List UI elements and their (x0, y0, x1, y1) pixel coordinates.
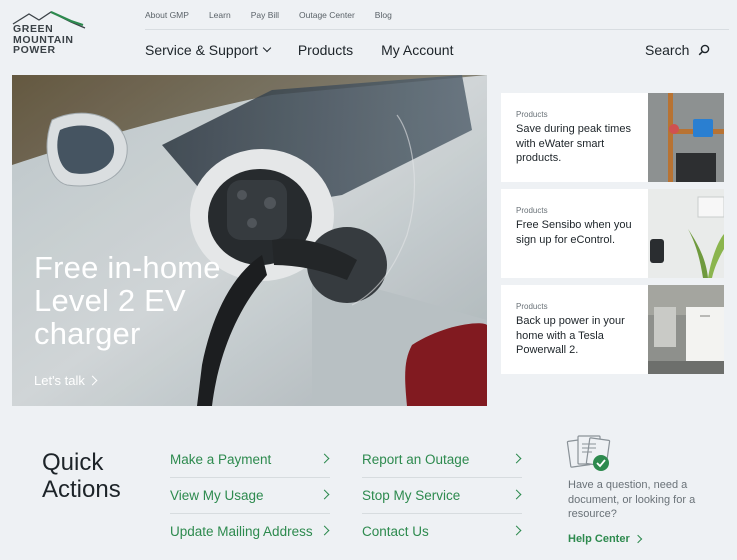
main-nav: Service & Support Products My Account (145, 42, 481, 58)
report-outage-link[interactable]: Report an Outage (362, 441, 522, 477)
document-check-icon (566, 435, 611, 471)
card-tag: Products (516, 110, 548, 119)
product-card-sensibo[interactable]: Products Free Sensibo when you sign up f… (501, 189, 724, 278)
chevron-right-icon (319, 489, 330, 500)
help-center-link[interactable]: Help Center (568, 533, 642, 545)
update-mailing-address-link[interactable]: Update Mailing Address (170, 513, 330, 549)
card-description: Save during peak times with eWater smart… (516, 123, 631, 164)
ewater-product-image (648, 93, 724, 182)
chevron-down-icon (262, 43, 272, 53)
nav-service-support-label: Service & Support (145, 42, 258, 58)
nav-service-support[interactable]: Service & Support (145, 42, 272, 58)
ev-charger-hero-image (12, 75, 487, 406)
stop-service-label: Stop My Service (362, 487, 461, 503)
chevron-right-icon (633, 534, 642, 544)
contact-us-label: Contact Us (362, 523, 429, 539)
help-description: Have a question, need a document, or loo… (568, 479, 696, 520)
chevron-right-icon (87, 375, 98, 386)
product-card-powerwall[interactable]: Products Back up power in your home with… (501, 285, 724, 374)
report-outage-label: Report an Outage (362, 451, 470, 467)
utility-nav: About GMP Learn Pay Bill Outage Center B… (145, 10, 412, 20)
card-description: Back up power in your home with a Tesla … (516, 315, 625, 356)
contact-us-link[interactable]: Contact Us (362, 513, 522, 549)
search-icon (699, 44, 710, 56)
sensibo-product-image (648, 189, 724, 278)
card-description: Free Sensibo when you sign up for eContr… (516, 219, 632, 246)
chevron-right-icon (511, 525, 522, 536)
card-tag: Products (516, 206, 548, 215)
chevron-right-icon (319, 453, 330, 464)
nav-my-account[interactable]: My Account (381, 42, 453, 58)
hero-headline: Free in-home Level 2 EV charger (34, 250, 221, 351)
hero-cta-link[interactable]: Let's talk (34, 373, 98, 388)
util-about-link[interactable]: About GMP (145, 10, 189, 20)
view-usage-link[interactable]: View My Usage (170, 477, 330, 513)
nav-products[interactable]: Products (298, 42, 353, 58)
chevron-right-icon (511, 489, 522, 500)
make-payment-label: Make a Payment (170, 451, 272, 467)
util-outage-center-link[interactable]: Outage Center (299, 10, 355, 20)
hero-banner[interactable]: Free in-home Level 2 EV charger Let's ta… (12, 75, 487, 406)
card-tag: Products (516, 302, 548, 311)
search-label: Search (645, 42, 690, 58)
product-card-ewater[interactable]: Products Save during peak times with eWa… (501, 93, 724, 182)
hero-cta-label: Let's talk (34, 373, 85, 388)
logo-wordmark: GREEN MOUNTAIN POWER (13, 23, 74, 56)
powerwall-product-image (648, 285, 724, 374)
chevron-right-icon (511, 453, 522, 464)
header-divider (145, 29, 729, 30)
gmp-logo[interactable]: GREEN MOUNTAIN POWER (11, 10, 91, 58)
help-center-label: Help Center (568, 533, 630, 545)
chevron-right-icon (319, 525, 330, 536)
util-blog-link[interactable]: Blog (375, 10, 392, 20)
util-pay-bill-link[interactable]: Pay Bill (251, 10, 279, 20)
view-usage-label: View My Usage (170, 487, 264, 503)
quick-actions-heading: Quick Actions (42, 449, 121, 503)
stop-service-link[interactable]: Stop My Service (362, 477, 522, 513)
search-button[interactable]: Search (645, 42, 710, 58)
util-learn-link[interactable]: Learn (209, 10, 231, 20)
update-mailing-address-label: Update Mailing Address (170, 523, 313, 539)
make-payment-link[interactable]: Make a Payment (170, 441, 330, 477)
